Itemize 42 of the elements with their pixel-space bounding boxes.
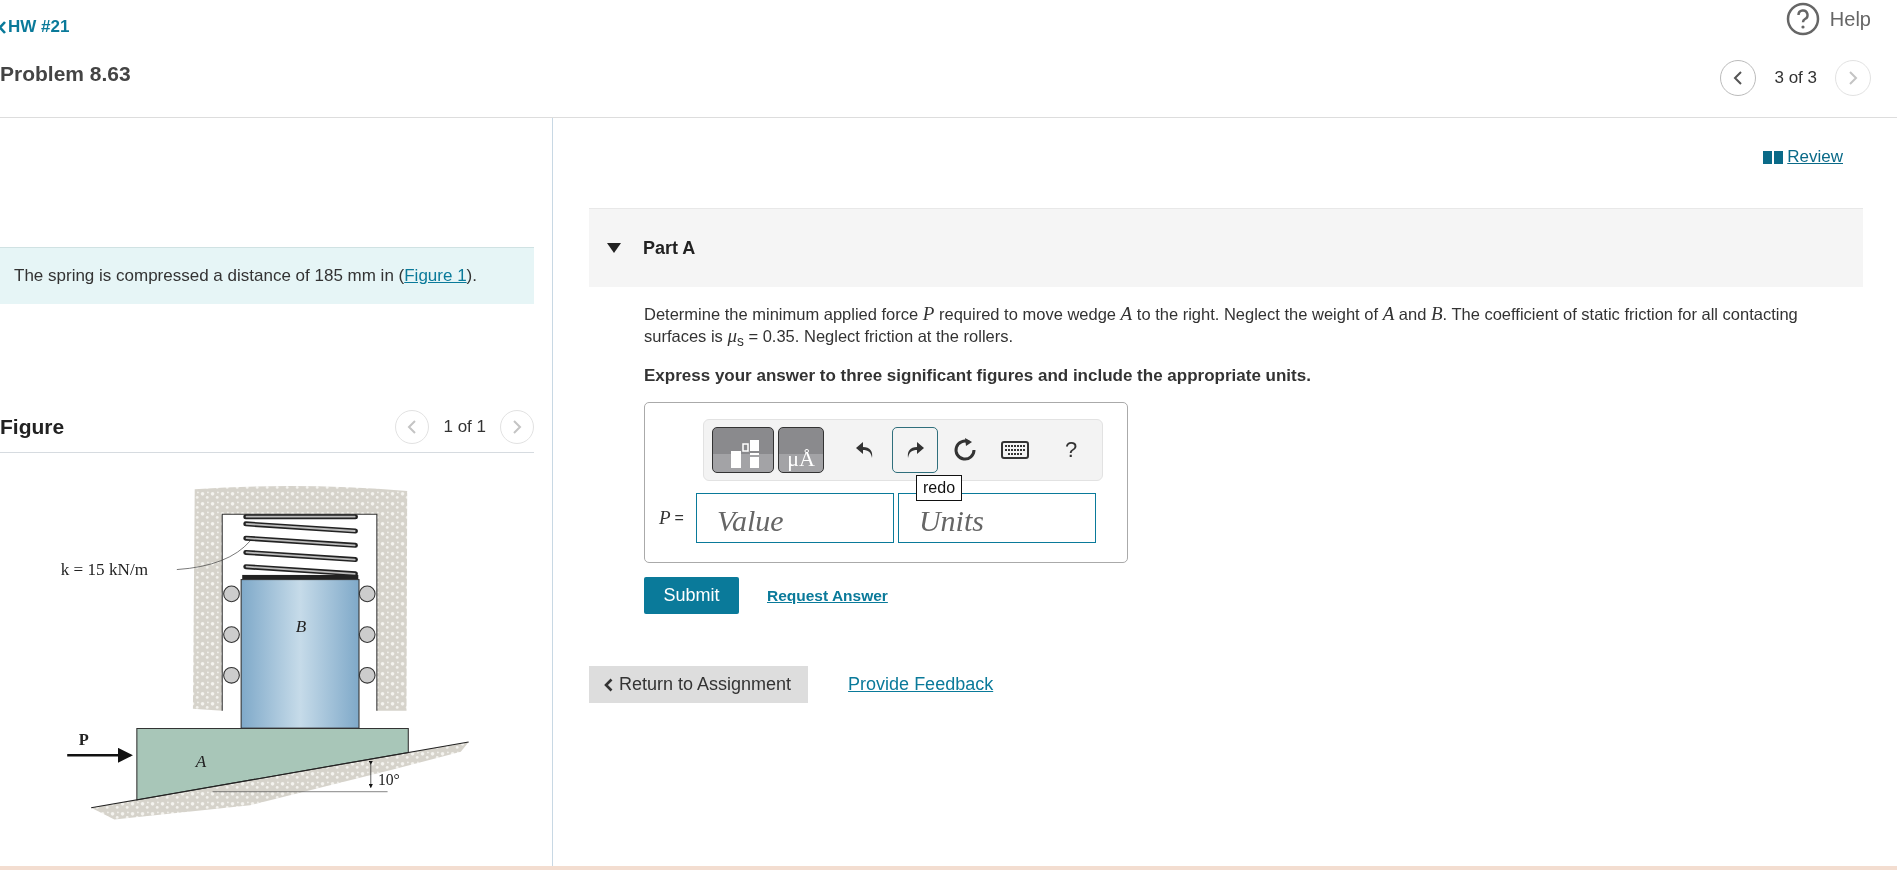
feedback-link[interactable]: Provide Feedback xyxy=(848,674,994,696)
chevron-left-icon xyxy=(1733,71,1744,85)
templates-button[interactable] xyxy=(712,427,774,474)
submit-button[interactable]: Submit xyxy=(644,577,739,615)
units-button[interactable]: μÅ xyxy=(778,427,824,474)
part-header[interactable]: Part A xyxy=(589,208,1863,287)
value-field[interactable]: Value xyxy=(695,493,894,544)
chevron-right-icon xyxy=(1848,71,1858,85)
reset-icon xyxy=(952,437,978,464)
chevron-right-icon xyxy=(512,420,522,434)
help-icon xyxy=(1785,2,1820,36)
page-counter: 1 of 1 xyxy=(443,417,486,437)
problem-title: Problem 8.63 xyxy=(0,62,131,86)
previous-button[interactable] xyxy=(1720,60,1757,96)
units-field[interactable]: Units xyxy=(897,493,1096,544)
tooltip: redo xyxy=(916,475,963,502)
part-title: Part A xyxy=(643,237,696,259)
redo-button[interactable] xyxy=(892,427,938,474)
request-answer-link[interactable]: Request Answer xyxy=(767,586,888,605)
chevron-left-icon xyxy=(407,420,418,434)
book-icon xyxy=(1763,150,1784,164)
figure-link[interactable]: Figure 1 xyxy=(404,266,467,285)
chevron-left-icon xyxy=(0,20,6,34)
block-label: B xyxy=(295,617,307,637)
answer-instruction: Express your answer to three significant figures and include the appropriate units. xyxy=(644,366,1312,387)
question-text: Determine the minimum applied force P required to move wedge A to the right. Neglect the weight of A and B. The coefficient of static friction for all contacting surfaces is μ$_{s}$ = 0.35. Neglect friction at the rollers. xyxy=(644,303,1799,352)
page-counter: 3 of 3 xyxy=(1774,68,1817,88)
help-button[interactable]: ? xyxy=(1048,427,1094,474)
back-link[interactable]: HW #21 xyxy=(0,17,131,37)
keyboard-icon xyxy=(1001,441,1029,460)
spring-constant-label: k = 15 kN/m xyxy=(60,559,148,579)
variable-label: P xyxy=(659,507,671,530)
angle-label: 10° xyxy=(377,770,400,788)
force-label: P xyxy=(78,729,89,749)
help-link[interactable]: Help xyxy=(1785,2,1871,36)
return-button[interactable]: Return to Assignment xyxy=(589,666,809,704)
problem-statement: The spring is compressed a distance of 185 mm in (Figure 1). xyxy=(0,247,534,304)
chevron-left-icon xyxy=(604,677,613,692)
figure-heading: Figure xyxy=(0,415,65,439)
equals-sign: = xyxy=(674,509,684,528)
wedge-label: A xyxy=(195,751,207,771)
review-link[interactable]: Review xyxy=(1763,147,1843,167)
